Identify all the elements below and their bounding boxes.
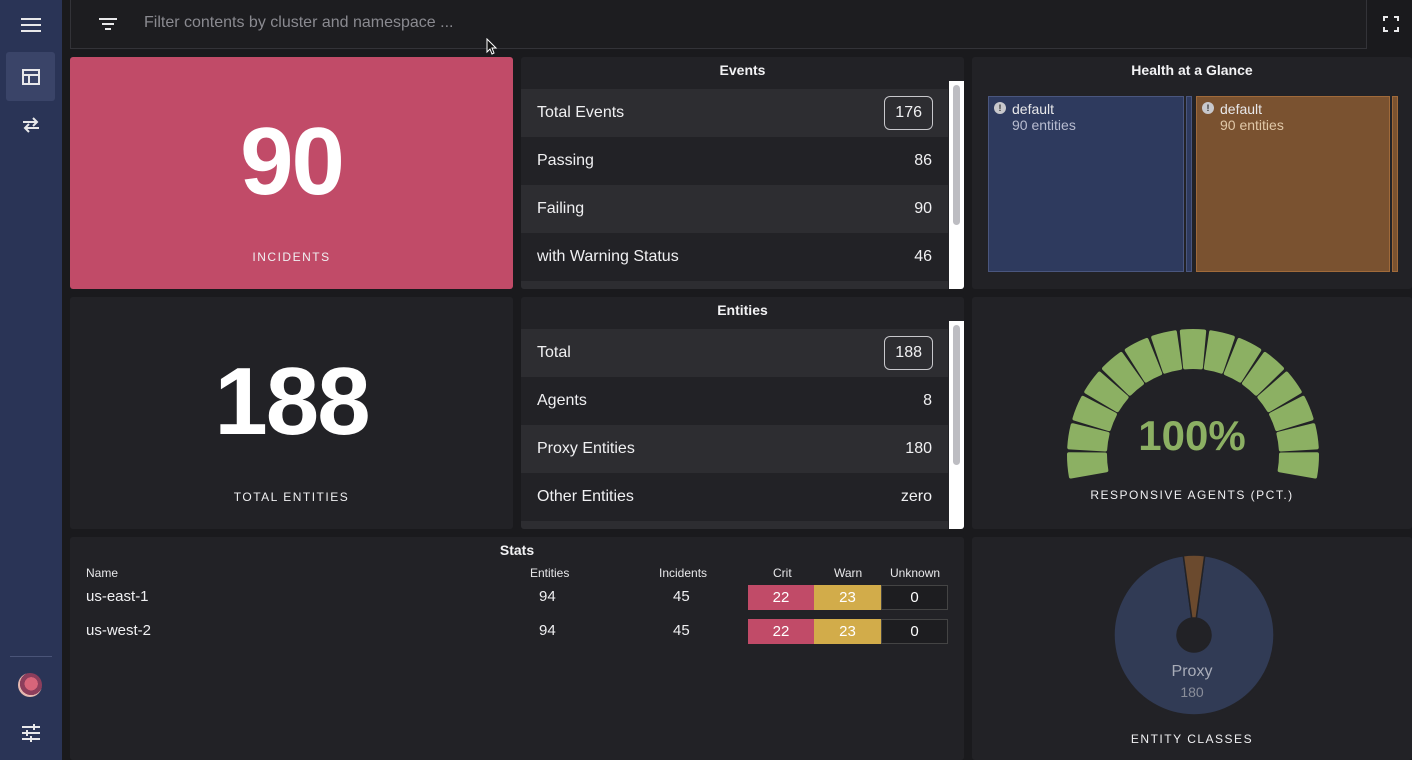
cluster-name[interactable]: us-east-1 <box>86 588 149 605</box>
gauge-label: RESPONSIVE AGENTS (PCT.) <box>1090 488 1294 502</box>
entities-row-agents[interactable]: Agents 8 <box>521 377 948 425</box>
row-value: 188 <box>884 336 933 370</box>
fullscreen-icon[interactable] <box>1383 16 1399 32</box>
row-value: 46 <box>914 248 932 265</box>
col-header-warn[interactable]: Warn <box>834 566 862 580</box>
filter-input[interactable]: Filter contents by cluster and namespace… <box>144 14 453 32</box>
events-row-failing[interactable]: Failing 90 <box>521 185 948 233</box>
row-label: Failing <box>537 200 585 217</box>
row-label: Total Events <box>537 104 625 121</box>
col-header-name[interactable]: Name <box>86 566 118 580</box>
entities-title: Entities <box>717 302 768 318</box>
tile-count: 90 entities <box>1012 117 1076 133</box>
gauge-segment <box>1179 329 1207 370</box>
incidents-card[interactable]: 90 INCIDENTS <box>70 57 513 289</box>
events-row-warning[interactable]: with Warning Status 46 <box>521 233 948 281</box>
row-label: Agents <box>537 392 587 409</box>
col-header-incidents[interactable]: Incidents <box>659 566 707 580</box>
entity-classes-donut[interactable] <box>972 537 1412 760</box>
info-icon: ! <box>1202 102 1214 114</box>
scrollbar-thumb[interactable] <box>953 85 960 225</box>
avatar[interactable] <box>18 673 42 697</box>
entities-row-partial <box>521 521 948 529</box>
events-row-total[interactable]: Total Events 176 <box>521 89 948 137</box>
unknown-count[interactable]: 0 <box>881 585 948 610</box>
dashboard-icon <box>21 68 40 85</box>
sidebar <box>0 0 62 760</box>
tile-namespace: default <box>1220 101 1263 117</box>
warn-count[interactable]: 23 <box>814 619 881 644</box>
row-label: with Warning Status <box>537 248 679 265</box>
events-title: Events <box>719 62 766 78</box>
cluster-incidents: 45 <box>673 622 690 639</box>
tile-namespace: default <box>1012 101 1055 117</box>
swap-arrows-icon <box>22 116 39 133</box>
col-header-unknown[interactable]: Unknown <box>890 566 940 580</box>
row-label: Total <box>537 344 571 361</box>
row-value: 180 <box>905 440 932 457</box>
health-title: Health at a Glance <box>1131 62 1253 78</box>
mouse-cursor-icon <box>486 38 498 55</box>
filter-bar: Filter contents by cluster and namespace… <box>70 0 1367 49</box>
entities-row-proxy[interactable]: Proxy Entities 180 <box>521 425 948 473</box>
entities-row-total[interactable]: Total 188 <box>521 329 948 377</box>
entity-classes-label: ENTITY CLASSES <box>1130 732 1254 746</box>
row-value: 8 <box>923 392 932 409</box>
settings-button[interactable] <box>6 708 55 757</box>
sidebar-divider <box>10 656 52 657</box>
donut-center-label: Proxy <box>1171 663 1213 680</box>
stats-title: Stats <box>499 542 535 558</box>
warn-count[interactable]: 23 <box>814 585 881 610</box>
unknown-count[interactable]: 0 <box>881 619 948 644</box>
sliders-icon <box>21 723 40 742</box>
total-entities-count: 188 <box>214 348 370 455</box>
row-value: 86 <box>914 152 932 169</box>
total-entities-label: TOTAL ENTITIES <box>233 490 350 504</box>
row-label: Passing <box>537 152 594 169</box>
health-tile[interactable]: ! default 90 entities <box>988 96 1184 272</box>
info-icon: ! <box>994 102 1006 114</box>
health-tile-sliver <box>1392 96 1398 272</box>
events-scrollbar[interactable] <box>949 81 964 289</box>
filter-icon[interactable] <box>98 16 118 32</box>
health-card: Health at a Glance ! default 90 entities… <box>972 57 1412 289</box>
col-header-crit[interactable]: Crit <box>773 566 792 580</box>
gauge-value: 100% <box>1138 412 1246 459</box>
row-value: 90 <box>914 200 932 217</box>
col-header-entities[interactable]: Entities <box>530 566 569 580</box>
entity-classes-card: Proxy 180 ENTITY CLASSES <box>972 537 1412 760</box>
incidents-count: 90 <box>240 108 345 215</box>
sidebar-item-dashboard[interactable] <box>6 52 55 101</box>
tile-count: 90 entities <box>1220 117 1284 133</box>
cluster-incidents: 45 <box>673 588 690 605</box>
row-label: Proxy Entities <box>537 440 635 457</box>
hamburger-icon <box>20 17 41 32</box>
row-label: Other Entities <box>537 488 634 505</box>
entities-card: Entities Total 188 Agents 8 Proxy Entiti… <box>521 297 964 529</box>
scrollbar-thumb[interactable] <box>953 325 960 465</box>
crit-count[interactable]: 22 <box>748 585 814 610</box>
sidebar-item-switch[interactable] <box>6 100 55 149</box>
entities-row-other[interactable]: Other Entities zero <box>521 473 948 521</box>
incidents-label: INCIDENTS <box>252 250 331 264</box>
row-value: zero <box>900 488 932 505</box>
health-tile-sliver <box>1186 96 1192 272</box>
row-value: 176 <box>884 96 933 130</box>
entities-scrollbar[interactable] <box>949 321 964 529</box>
health-tile[interactable]: ! default 90 entities <box>1196 96 1390 272</box>
total-entities-card[interactable]: 188 TOTAL ENTITIES <box>70 297 513 529</box>
menu-button[interactable] <box>6 0 55 49</box>
cluster-entities: 94 <box>539 622 556 639</box>
cluster-entities: 94 <box>539 588 556 605</box>
donut-center-value: 180 <box>1180 684 1204 700</box>
crit-count[interactable]: 22 <box>748 619 814 644</box>
cluster-name[interactable]: us-west-2 <box>86 622 151 639</box>
stats-card: Stats Name Entities Incidents Crit Warn … <box>70 537 964 760</box>
events-row-passing[interactable]: Passing 86 <box>521 137 948 185</box>
responsive-agents-card[interactable]: 100% RESPONSIVE AGENTS (PCT.) <box>972 297 1412 529</box>
events-card: Events Total Events 176 Passing 86 Faili… <box>521 57 964 289</box>
events-row-partial <box>521 281 948 289</box>
